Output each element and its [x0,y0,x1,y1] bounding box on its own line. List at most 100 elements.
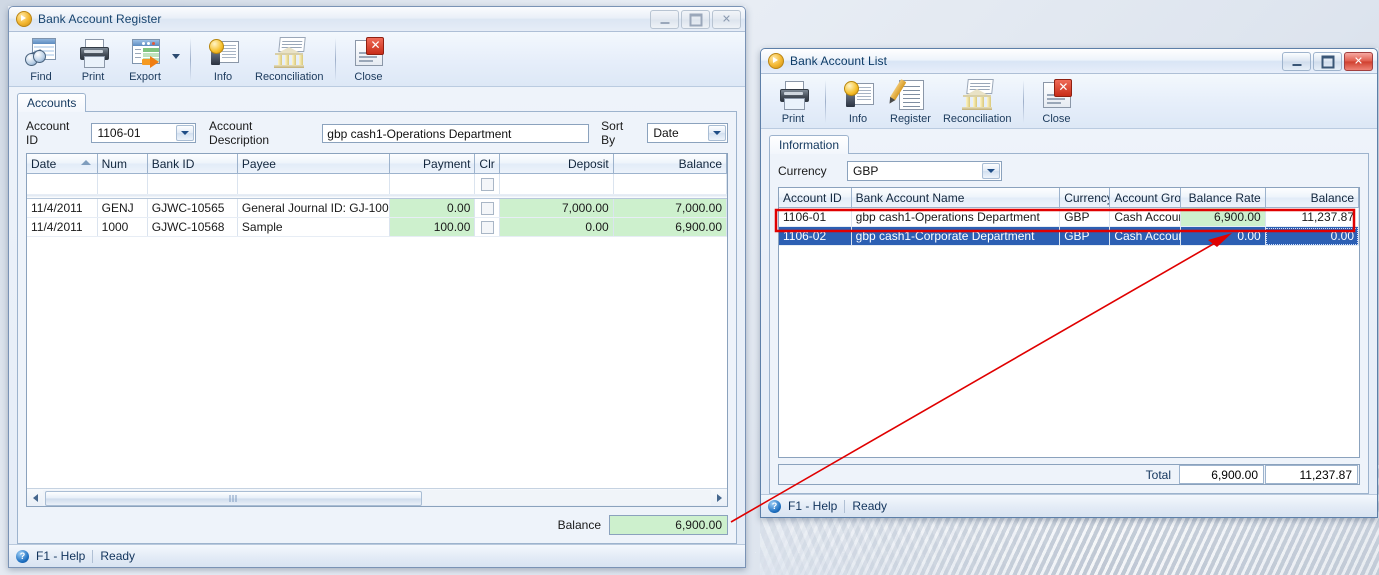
account-id-combo[interactable]: 1106-01 [91,123,197,143]
minimize-icon[interactable] [650,10,679,29]
cell-balance[interactable]: 6,900.00 [613,217,727,237]
col-payment[interactable]: Payment [389,154,476,174]
register-tabstrip[interactable]: Accounts [17,93,737,112]
clr-checkbox[interactable] [480,178,494,192]
cell-payment[interactable] [389,173,476,195]
register-horizontal-scrollbar[interactable] [27,488,727,506]
scroll-right-icon[interactable] [711,490,727,505]
col-clr[interactable]: Clr [474,154,501,174]
col-bank-id[interactable]: Bank ID [147,154,238,174]
col-currency[interactable]: Currency [1059,188,1111,208]
cell-payee[interactable]: General Journal ID: GJ-10031 [237,199,391,218]
col-num[interactable]: Num [97,154,148,174]
close-icon[interactable]: ✕ [1344,52,1373,71]
print-button[interactable]: Print [767,78,819,127]
list-tabstrip[interactable]: Information [769,135,1369,154]
reconciliation-button[interactable]: Reconciliation [249,36,329,85]
register-toolbar[interactable]: Find Print Export Info Reconciliation ✕ … [9,32,745,87]
table-row[interactable]: 11/4/2011 GENJ GJWC-10565 General Journa… [27,199,727,218]
tab-accounts[interactable]: Accounts [17,93,87,112]
tab-information[interactable]: Information [769,135,850,154]
cell-num[interactable]: 1000 [97,217,148,237]
cell-balance[interactable]: 7,000.00 [613,199,727,218]
cell-balance[interactable]: 0.00 [1265,226,1359,246]
cell-balance[interactable]: 11,237.87 [1265,207,1359,227]
cell-bank-account-name[interactable]: gbp cash1-Operations Department [851,207,1061,227]
scroll-left-icon[interactable] [27,490,43,505]
maximize-icon[interactable] [1313,52,1342,71]
close-icon[interactable]: ✕ [712,10,741,29]
register-new-entry-row[interactable] [27,173,727,195]
list-help-text[interactable]: F1 - Help [788,499,837,513]
clr-checkbox[interactable] [480,202,494,216]
col-bank-account-name[interactable]: Bank Account Name [851,188,1061,208]
register-grid[interactable]: Date Num Bank ID Payee Payment Clr Depos… [26,153,728,507]
cell-num[interactable]: GENJ [97,199,148,218]
cell-deposit[interactable]: 7,000.00 [499,199,614,218]
cell-currency[interactable]: GBP [1059,207,1111,227]
sort-by-combo[interactable]: Date [647,123,729,143]
reconciliation-button[interactable]: Reconciliation [937,78,1017,127]
list-toolbar[interactable]: Print Info Register Reconciliation ✕ Clo… [761,74,1377,129]
cell-bank-id[interactable]: GJWC-10568 [147,217,238,237]
col-account-group[interactable]: Account Group [1109,188,1181,208]
col-date[interactable]: Date [27,154,98,174]
sort-by-chevron-down-icon[interactable] [708,125,727,141]
cell-date[interactable] [27,173,98,195]
cell-balance-rate[interactable]: 0.00 [1180,226,1266,246]
table-row[interactable]: 1106-01 gbp cash1-Operations Department … [779,207,1359,227]
cell-bank-id[interactable] [147,173,238,195]
list-titlebar[interactable]: Bank Account List ✕ [761,49,1377,74]
minimize-icon[interactable] [1282,52,1311,71]
list-grid[interactable]: Account ID Bank Account Name Currency Ac… [778,187,1360,458]
currency-combo[interactable]: GBP [847,161,1002,181]
cell-payee[interactable] [237,173,391,195]
maximize-icon[interactable] [681,10,710,29]
bank-account-list-window[interactable]: Bank Account List ✕ Print Info Register … [760,48,1378,518]
table-row[interactable]: 1106-02 gbp cash1-Corporate Department G… [779,226,1359,246]
col-account-id[interactable]: Account ID [779,188,852,208]
cell-date[interactable]: 11/4/2011 [27,217,98,237]
bank-account-register-window[interactable]: Bank Account Register ✕ Find Print Expor… [8,6,746,568]
account-id-chevron-down-icon[interactable] [176,125,195,141]
register-titlebar[interactable]: Bank Account Register ✕ [9,7,745,32]
close-button[interactable]: ✕ Close [342,36,394,85]
cell-payment[interactable]: 0.00 [389,199,476,218]
info-button[interactable]: Info [832,78,884,127]
cell-bank-id[interactable]: GJWC-10565 [147,199,238,218]
cell-clr[interactable] [474,173,501,195]
account-description-input[interactable]: gbp cash1-Operations Department [322,123,590,143]
list-balance-rate-cell[interactable]: 6,900.00 [1180,207,1266,227]
cell-account-id[interactable]: 1106-02 [779,226,852,246]
clr-checkbox[interactable] [480,221,494,235]
cell-account-group[interactable]: Cash Accounts [1109,207,1181,227]
close-button[interactable]: ✕ Close [1030,78,1082,127]
find-button[interactable]: Find [15,36,67,85]
register-window-controls[interactable]: ✕ [650,10,741,29]
print-button[interactable]: Print [67,36,119,85]
cell-currency[interactable]: GBP [1059,226,1111,246]
cell-payment[interactable]: 100.00 [389,217,476,237]
export-button[interactable]: Export [119,36,171,85]
register-button[interactable]: Register [884,78,937,127]
col-balance[interactable]: Balance [1265,188,1359,208]
scroll-thumb[interactable] [45,491,422,506]
list-window-controls[interactable]: ✕ [1282,52,1373,71]
cell-deposit[interactable] [499,173,614,195]
col-payee[interactable]: Payee [237,154,391,174]
cell-clr[interactable] [474,199,501,218]
scroll-track[interactable] [43,490,711,506]
cell-num[interactable] [97,173,148,195]
cell-payee[interactable]: Sample [237,217,391,237]
cell-account-group[interactable]: Cash Accounts [1109,226,1181,246]
col-balance[interactable]: Balance [613,154,727,174]
help-icon[interactable]: ? [768,499,781,513]
table-row[interactable]: 11/4/2011 1000 GJWC-10568 Sample 100.00 … [27,217,727,237]
cell-account-id[interactable]: 1106-01 [779,207,852,227]
info-button[interactable]: Info [197,36,249,85]
cell-bank-account-name[interactable]: gbp cash1-Corporate Department [851,226,1061,246]
cell-clr[interactable] [474,217,501,237]
cell-deposit[interactable]: 0.00 [499,217,614,237]
register-help-text[interactable]: F1 - Help [36,549,85,563]
help-icon[interactable]: ? [16,549,29,563]
